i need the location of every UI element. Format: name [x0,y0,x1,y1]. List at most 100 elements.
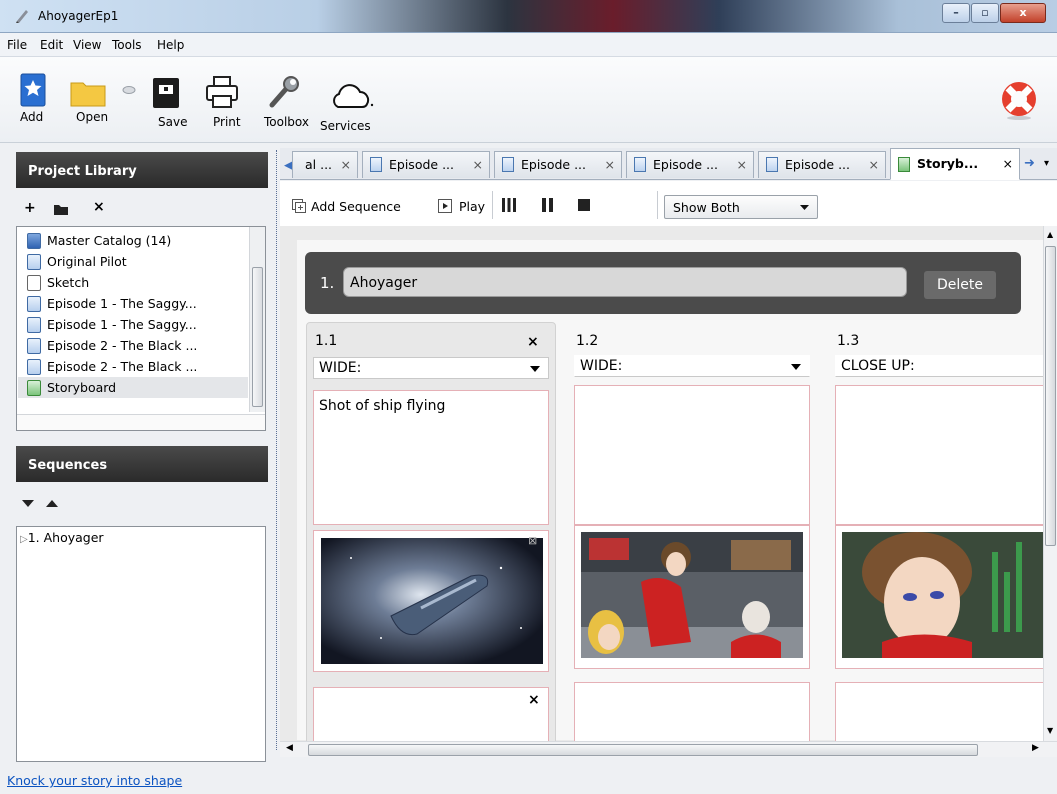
menu-tools[interactable]: Tools [112,38,142,52]
shot-description-field[interactable] [574,385,810,525]
shot-image-frame[interactable]: ⊠ [313,530,549,672]
move-up-icon[interactable] [46,499,58,507]
shot-image-frame[interactable] [574,525,810,669]
minimize-button[interactable]: – [942,3,970,23]
list-item[interactable]: Master Catalog (14) [27,230,171,251]
list-item[interactable]: Sketch [27,272,89,293]
list-item[interactable]: Episode 2 - The Black ... [27,335,197,356]
close-icon[interactable]: × [528,692,540,708]
shot-card-next[interactable]: × [313,687,549,742]
scroll-right-icon[interactable]: ▶ [1032,743,1039,753]
menu-edit[interactable]: Edit [40,38,63,52]
tab-close-icon[interactable]: × [473,152,483,178]
dropdown-dot-icon[interactable] [121,85,137,95]
list-item[interactable]: Episode 1 - The Saggy... [27,314,197,335]
shot-description-field[interactable] [835,385,1045,525]
chevron-down-icon [530,366,540,372]
tab-list-dropdown-icon[interactable]: ▾ [1044,158,1049,169]
list-item[interactable]: Original Pilot [27,251,127,272]
scrollbar-thumb[interactable] [1045,246,1056,546]
storyboard-icon [27,380,41,396]
play-button[interactable]: Play [459,199,485,214]
splitter[interactable] [276,150,277,750]
scroll-left-icon[interactable]: ◀ [286,743,293,753]
tab-storyboard-active[interactable]: Storyb... × [890,148,1020,180]
tab-episode[interactable]: Episode ... × [494,151,622,178]
scroll-down-icon[interactable]: ▼ [1047,726,1053,735]
view-mode-value: Show Both [673,200,740,215]
list-item[interactable]: Episode 1 - The Saggy... [27,293,197,314]
shot-type-select[interactable]: CLOSE UP: [835,355,1045,377]
toolbox-button[interactable] [268,75,302,112]
services-label[interactable]: Services [320,119,371,133]
tab-episode[interactable]: Episode ... × [362,151,490,178]
close-button[interactable]: x [1000,3,1046,23]
play-icon[interactable] [438,199,452,213]
remove-image-icon[interactable]: ⊠ [528,534,537,547]
save-button[interactable] [152,77,180,112]
toolbox-label[interactable]: Toolbox [264,115,309,129]
tab-close-icon[interactable]: × [737,152,747,178]
document-icon [634,157,646,172]
services-button[interactable] [330,83,376,114]
save-label[interactable]: Save [158,115,187,129]
status-link[interactable]: Knock your story into shape [7,773,182,788]
shot-description-field[interactable]: Shot of ship flying [313,390,549,525]
columns-view-icon[interactable] [502,198,516,212]
list-item-selected[interactable]: Storyboard [18,377,248,398]
delete-sequence-button[interactable]: Delete [924,271,996,299]
expand-arrow-icon[interactable]: ▷ [20,534,28,545]
tab-close-icon[interactable]: × [341,152,351,178]
tab-scroll-right-icon[interactable]: ➜ [1024,156,1035,171]
app-icon [16,10,28,23]
add-sequence-icon[interactable] [292,199,306,213]
maximize-button[interactable]: ▫ [971,3,999,23]
shot-card-next[interactable] [574,682,810,742]
add-item-button[interactable]: + [24,200,36,216]
move-down-icon[interactable] [22,500,34,508]
tab-catalog[interactable]: al ... × [292,151,358,178]
sketch-icon [27,275,41,291]
project-list-scrollbar[interactable] [249,227,265,412]
title-bar: AhoyagerEp1 – ▫ x [0,0,1057,33]
shot-type-select[interactable]: WIDE: [313,357,549,379]
stop-icon[interactable] [578,199,590,211]
print-label[interactable]: Print [213,115,241,129]
storyboard-hscrollbar[interactable]: ◀ ▶ [280,741,1057,757]
view-mode-select[interactable]: Show Both [664,195,818,219]
tab-episode[interactable]: Episode ... × [626,151,754,178]
tab-episode[interactable]: Episode ... × [758,151,886,178]
list-item[interactable]: Episode 2 - The Black ... [27,356,197,377]
sequence-name-input[interactable]: Ahoyager [343,267,907,297]
floppy-icon [153,78,179,108]
project-list-hscroll[interactable] [17,414,265,430]
add-button[interactable] [20,73,52,107]
scrollbar-thumb[interactable] [308,744,978,756]
add-sequence-button[interactable]: Add Sequence [311,199,401,214]
shot-type-select[interactable]: WIDE: [574,355,810,377]
tab-close-icon[interactable]: × [869,152,879,178]
help-lifebuoy-icon[interactable] [998,79,1040,121]
shot-card-next[interactable] [835,682,1045,742]
folder-small-icon[interactable] [54,205,68,215]
pause-icon[interactable] [542,198,554,212]
print-button[interactable] [205,75,239,112]
sequences-header: Sequences [16,446,268,482]
tab-close-icon[interactable]: × [605,152,615,178]
close-icon[interactable]: × [527,334,539,350]
catalog-icon [27,233,41,249]
storyboard-vscrollbar[interactable]: ▲ ▼ [1043,226,1057,741]
menu-file[interactable]: File [7,38,27,52]
chevron-down-icon [800,205,809,210]
open-button[interactable] [70,79,106,110]
menu-help[interactable]: Help [157,38,184,52]
shot-image-frame[interactable] [835,525,1046,669]
scroll-up-icon[interactable]: ▲ [1047,230,1053,239]
open-label[interactable]: Open [76,110,108,124]
add-label[interactable]: Add [20,110,43,124]
scrollbar-thumb[interactable] [252,267,263,407]
menu-view[interactable]: View [73,38,101,52]
tab-close-icon[interactable]: × [1003,149,1013,179]
remove-item-button[interactable]: × [93,199,105,215]
sequence-list-item[interactable]: ▷1. Ahoyager [20,530,104,545]
